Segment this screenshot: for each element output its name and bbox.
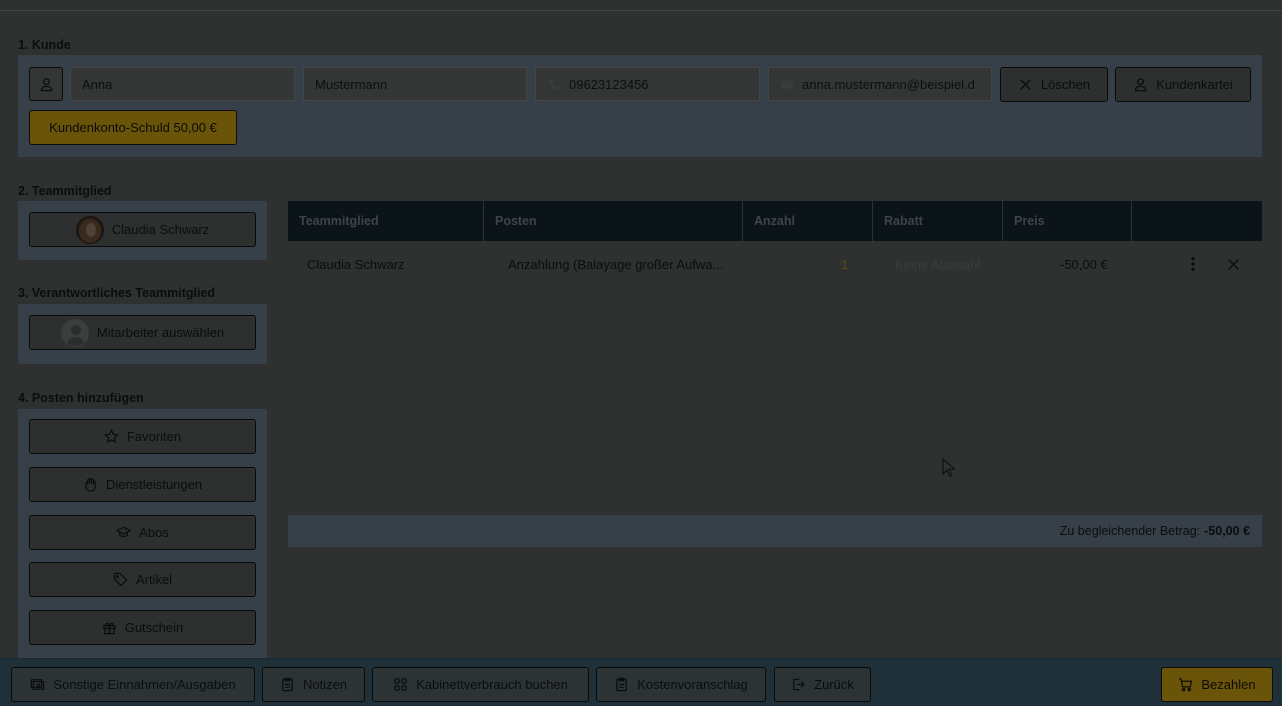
table-header: Teammitglied Posten Anzahl Rabatt Preis: [288, 201, 1262, 241]
clipboard-icon: [280, 677, 295, 692]
subscriptions-button[interactable]: Abos: [29, 515, 256, 550]
customer-debt-button[interactable]: Kundenkonto-Schuld 50,00 €: [29, 110, 237, 145]
email-field[interactable]: anna.mustermann@beispiel.d: [768, 67, 992, 101]
column-header-quantity[interactable]: Anzahl: [743, 201, 873, 241]
first-name-value: Anna: [82, 76, 113, 92]
services-button[interactable]: Dienstleistungen: [29, 467, 256, 502]
row-team-member: Claudia Schwarz: [307, 256, 405, 272]
customer-card-button[interactable]: Kundenkartei: [1115, 67, 1251, 102]
last-name-field[interactable]: Mustermann: [303, 67, 527, 101]
column-header-item[interactable]: Posten: [484, 201, 743, 241]
column-header-team-member[interactable]: Teammitglied: [288, 201, 484, 241]
back-label: Zurück: [814, 677, 854, 692]
row-price[interactable]: -50,00 €: [1060, 246, 1108, 282]
section-title-team-member: 2. Teammitglied: [18, 184, 112, 198]
select-employee-label: Mitarbeiter auswählen: [96, 325, 225, 340]
cost-estimate-button[interactable]: Kostenvoranschlag: [596, 667, 766, 702]
delete-customer-label: Löschen: [1040, 77, 1091, 92]
favorites-label: Favoriten: [126, 429, 182, 444]
other-income-expenses-label: Sonstige Einnahmen/Ausgaben: [53, 677, 236, 692]
pay-label: Bezahlen: [1201, 677, 1256, 692]
select-employee-button[interactable]: Mitarbeiter auswählen: [29, 315, 256, 350]
column-header-discount[interactable]: Rabatt: [873, 201, 1003, 241]
table-row[interactable]: Claudia Schwarz Anzahlung (Balayage groß…: [288, 246, 1262, 282]
subscriptions-label: Abos: [139, 525, 169, 540]
email-value: anna.mustermann@beispiel.d: [802, 76, 975, 92]
notes-label: Notizen: [302, 677, 348, 692]
voucher-button[interactable]: Gutschein: [29, 610, 256, 645]
first-name-field[interactable]: Anna: [70, 67, 295, 101]
delete-customer-button[interactable]: Löschen: [1000, 67, 1108, 102]
articles-button[interactable]: Artikel: [29, 562, 256, 597]
cabinet-usage-label: Kabinettverbrauch buchen: [416, 677, 568, 692]
customer-type-button[interactable]: [29, 67, 63, 101]
pay-button[interactable]: Bezahlen: [1161, 667, 1273, 702]
row-item: Anzahlung (Balayage großer Aufwa...: [508, 256, 724, 272]
column-header-price[interactable]: Preis: [1003, 201, 1132, 241]
remove-row-icon[interactable]: [1224, 246, 1242, 282]
notes-button[interactable]: Notizen: [262, 667, 365, 702]
mail-icon: [780, 77, 794, 91]
avatar-placeholder: [60, 318, 89, 347]
customer-card-label: Kundenkartei: [1156, 77, 1233, 92]
phone-value: 09623123456: [569, 76, 649, 92]
favorites-button[interactable]: Favoriten: [29, 419, 256, 454]
voucher-label: Gutschein: [124, 620, 184, 635]
section-title-customer: 1. Kunde: [18, 38, 71, 52]
footer-bar: Sonstige Einnahmen/Ausgaben Notizen Kabi…: [0, 658, 1282, 706]
column-header-actions: [1132, 201, 1262, 241]
team-member-button[interactable]: Claudia Schwarz: [29, 212, 256, 247]
top-divider: [0, 10, 1282, 11]
graduation-cap-icon: [116, 525, 132, 540]
cabinet-usage-button[interactable]: Kabinettverbrauch buchen: [372, 667, 589, 702]
close-icon: [1018, 77, 1033, 92]
row-quantity[interactable]: 1: [841, 246, 848, 282]
last-name-value: Mustermann: [315, 76, 388, 92]
avatar: [75, 215, 104, 244]
phone-field[interactable]: 09623123456: [535, 67, 760, 101]
section-title-responsible: 3. Verantwortliches Teammitglied: [18, 286, 216, 300]
exit-icon: [791, 677, 806, 692]
total-amount: -50,00 €: [1204, 524, 1250, 538]
total-label: Zu begleichender Betrag:: [1059, 524, 1201, 538]
customer-debt-label: Kundenkonto-Schuld 50,00 €: [49, 120, 217, 135]
section-title-add-items: 4. Posten hinzufügen: [18, 391, 144, 405]
user-icon: [1133, 77, 1148, 92]
tag-icon: [113, 572, 128, 587]
cost-estimate-label: Kostenvoranschlag: [637, 677, 748, 692]
clipboard-list-icon: [614, 677, 629, 692]
services-label: Dienstleistungen: [105, 477, 203, 492]
total-bar: Zu begleichender Betrag: -50,00 €: [288, 515, 1262, 547]
more-options-icon[interactable]: [1184, 246, 1202, 282]
mouse-cursor-icon: [942, 457, 956, 478]
cart-icon: [1178, 677, 1193, 692]
phone-icon: [547, 77, 561, 91]
hand-icon: [83, 477, 98, 492]
team-member-name: Claudia Schwarz: [111, 222, 210, 237]
star-icon: [103, 429, 119, 444]
cash-register-icon: [30, 677, 45, 692]
gift-icon: [102, 620, 117, 635]
back-button[interactable]: Zurück: [774, 667, 871, 702]
user-icon: [39, 77, 54, 92]
articles-label: Artikel: [135, 572, 173, 587]
other-income-expenses-button[interactable]: Sonstige Einnahmen/Ausgaben: [11, 667, 255, 702]
grid-icon: [393, 677, 408, 692]
row-discount[interactable]: Keine Auswahl: [895, 246, 980, 282]
